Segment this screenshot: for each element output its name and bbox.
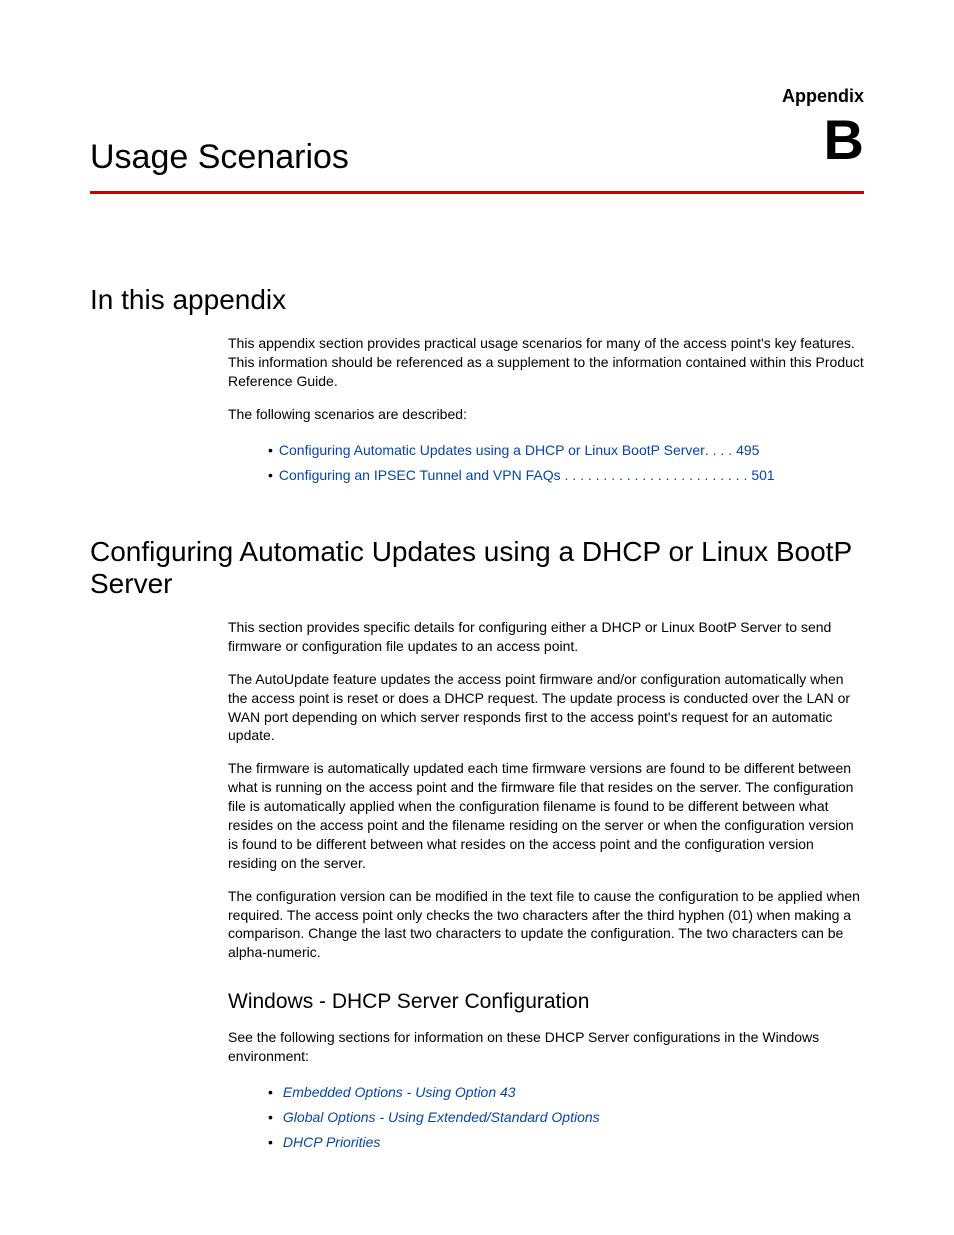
bullet-icon: •	[268, 1130, 273, 1155]
appendix-letter: B	[824, 112, 864, 168]
list-item[interactable]: • Embedded Options - Using Option 43	[268, 1080, 864, 1105]
toc-item[interactable]: • Configuring an IPSEC Tunnel and VPN FA…	[268, 463, 864, 488]
cross-reference-link: DHCP Priorities	[283, 1130, 381, 1155]
bullet-icon: •	[268, 438, 273, 463]
toc-list: • Configuring Automatic Updates using a …	[268, 438, 864, 488]
toc-link-text: Configuring Automatic Updates using a DH…	[279, 438, 705, 463]
body-paragraph: The following scenarios are described:	[228, 405, 864, 424]
sub-links-list: • Embedded Options - Using Option 43 • G…	[268, 1080, 864, 1156]
toc-dots: . . . . . . . . . . . . . . . . . . . . …	[561, 463, 748, 488]
cross-reference-link: Embedded Options - Using Option 43	[283, 1080, 516, 1105]
list-item[interactable]: • Global Options - Using Extended/Standa…	[268, 1105, 864, 1130]
subsection-windows-dhcp-title: Windows - DHCP Server Configuration	[228, 990, 864, 1014]
section-config-auto-updates-title: Configuring Automatic Updates using a DH…	[90, 536, 864, 600]
body-paragraph: See the following sections for informati…	[228, 1028, 864, 1066]
bullet-icon: •	[268, 463, 273, 488]
appendix-label: Appendix	[782, 86, 864, 107]
body-paragraph: The configuration version can be modifie…	[228, 887, 864, 963]
list-item[interactable]: • DHCP Priorities	[268, 1130, 864, 1155]
body-paragraph: The AutoUpdate feature updates the acces…	[228, 670, 864, 746]
toc-page-number: 495	[736, 438, 759, 463]
toc-dots: . . . .	[705, 438, 732, 463]
bullet-icon: •	[268, 1080, 273, 1105]
body-paragraph: This appendix section provides practical…	[228, 334, 864, 391]
chapter-divider	[90, 191, 864, 194]
toc-link-text: Configuring an IPSEC Tunnel and VPN FAQs	[279, 463, 561, 488]
cross-reference-link: Global Options - Using Extended/Standard…	[283, 1105, 600, 1130]
chapter-title: Usage Scenarios	[90, 138, 864, 177]
body-paragraph: This section provides specific details f…	[228, 618, 864, 656]
section-in-this-appendix-title: In this appendix	[90, 284, 864, 316]
toc-item[interactable]: • Configuring Automatic Updates using a …	[268, 438, 864, 463]
bullet-icon: •	[268, 1105, 273, 1130]
toc-page-number: 501	[751, 463, 774, 488]
body-paragraph: The firmware is automatically updated ea…	[228, 759, 864, 872]
